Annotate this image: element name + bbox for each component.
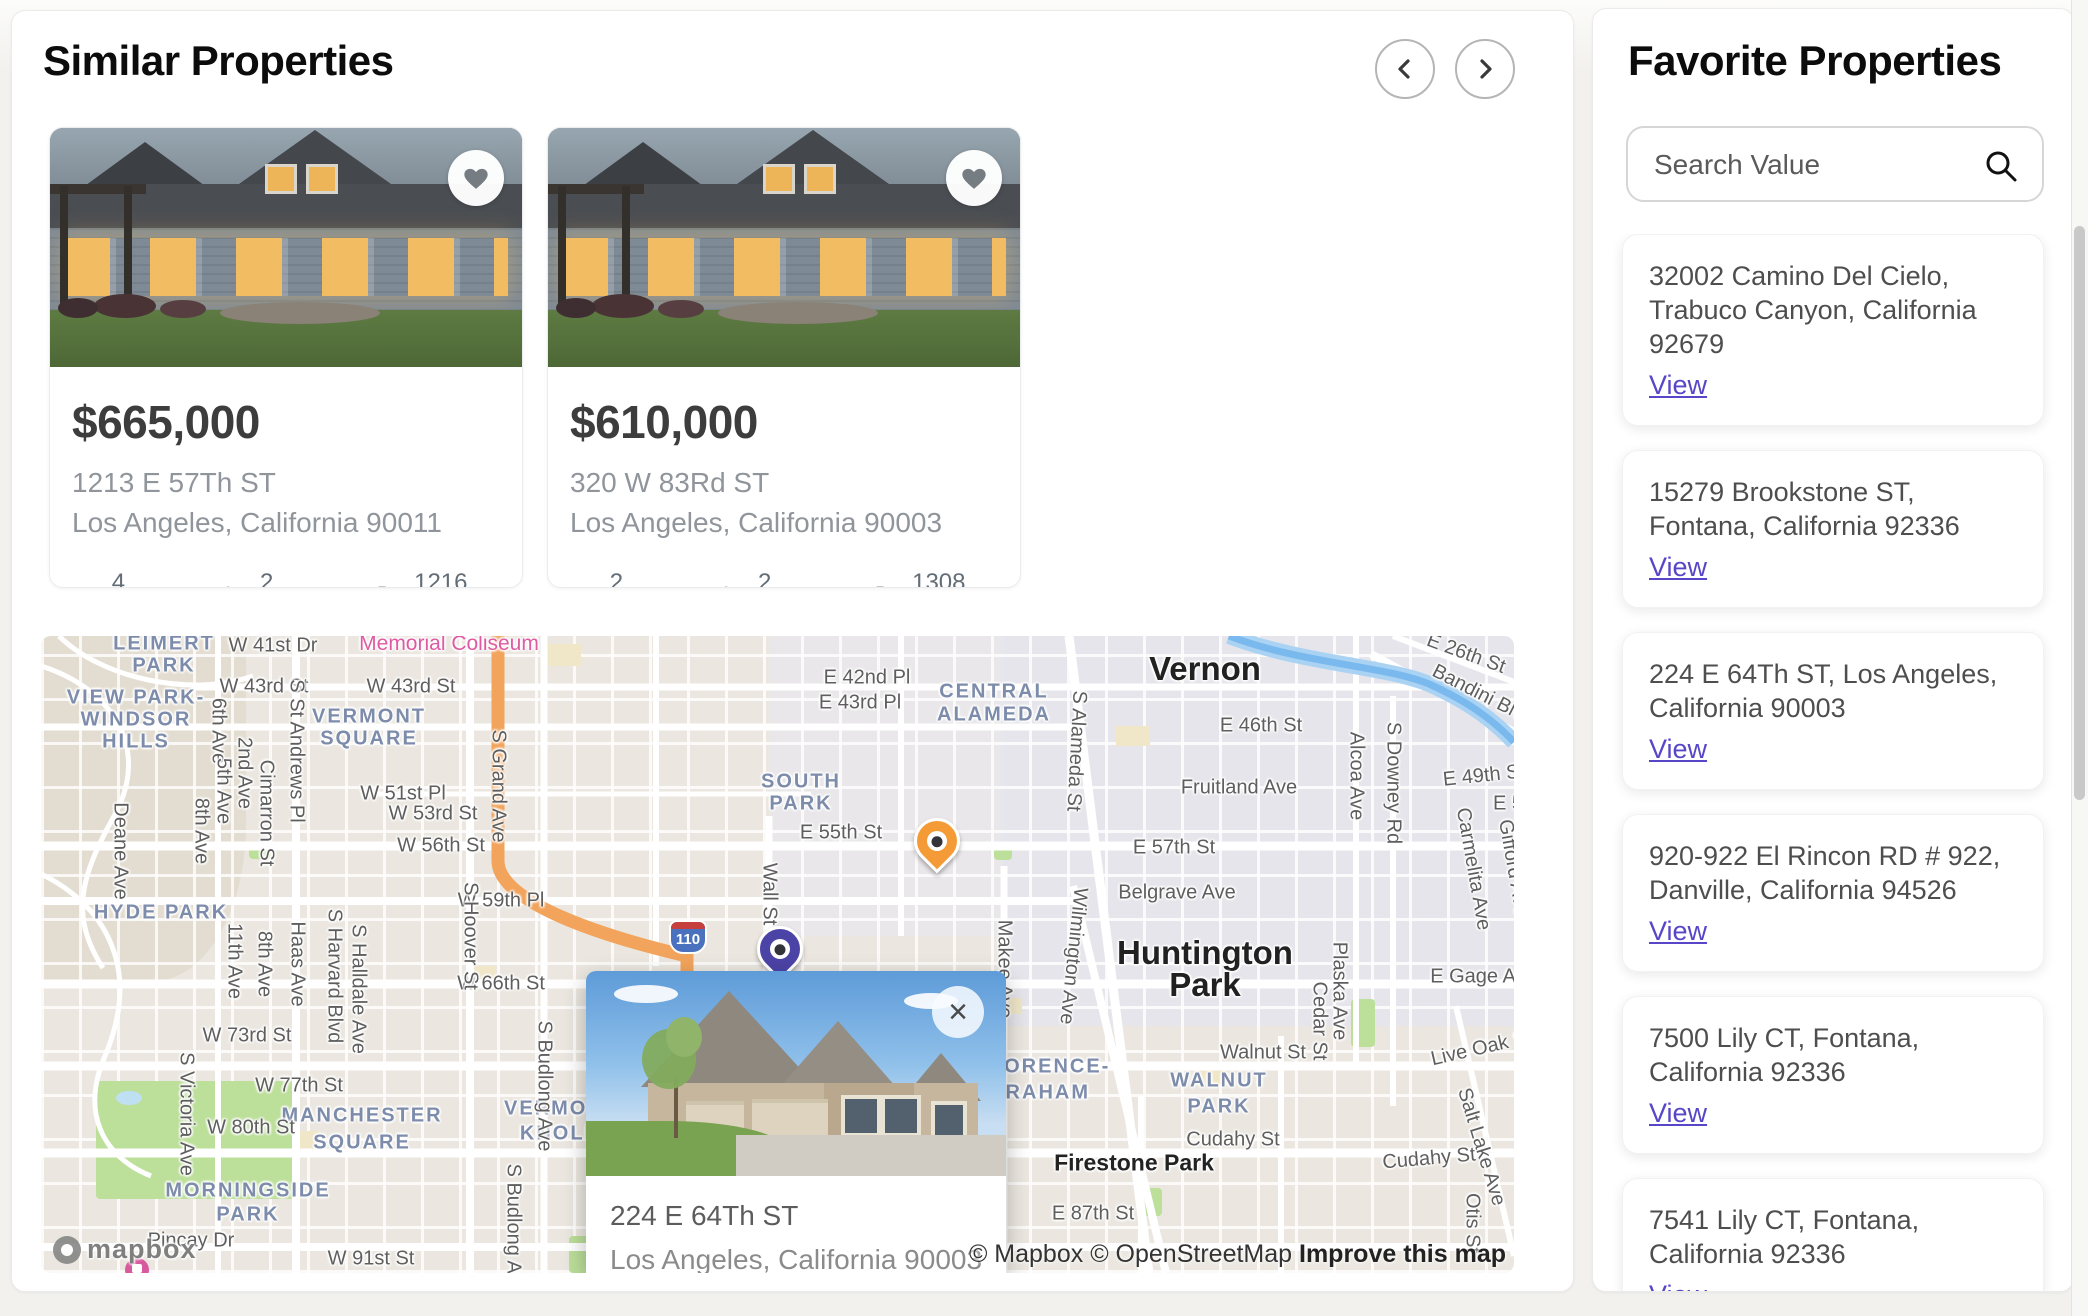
baths-label: 2 baths <box>758 569 826 588</box>
heart-icon <box>960 165 988 191</box>
scrollbar-thumb[interactable] <box>2074 226 2085 800</box>
baths-label: 2 baths <box>260 569 328 588</box>
bath-icon <box>718 582 746 588</box>
mapbox-logo[interactable]: mapbox <box>53 1234 197 1265</box>
view-link[interactable]: View <box>1649 1280 1707 1291</box>
bed-icon <box>72 582 100 588</box>
view-link[interactable]: View <box>1649 552 1707 583</box>
property-city: Los Angeles, California 90003 <box>570 507 998 539</box>
popup-photo: × <box>586 971 1006 1176</box>
similar-properties-title: Similar Properties <box>43 37 393 85</box>
favorite-heart-button[interactable] <box>946 150 1002 206</box>
property-address: 1213 E 57Th ST <box>72 467 500 499</box>
popup-address: 224 E 64Th ST <box>610 1200 1006 1232</box>
favorites-title: Favorite Properties <box>1628 37 2001 85</box>
favorite-address: 15279 Brookstone ST, Fontana, California… <box>1649 475 2017 543</box>
favorite-address: 32002 Camino Del Cielo, Trabuco Canyon, … <box>1649 259 2017 361</box>
bed-icon <box>570 582 598 588</box>
property-photo <box>548 128 1020 367</box>
mapbox-wordmark: mapbox <box>87 1234 197 1265</box>
map-attribution: © Mapbox © OpenStreetMap Improve this ma… <box>969 1240 1506 1269</box>
similar-properties-panel: Similar Properties <box>11 10 1574 1292</box>
mapbox-icon <box>53 1236 81 1264</box>
property-address: 320 W 83Rd ST <box>570 467 998 499</box>
view-link[interactable]: View <box>1649 734 1707 765</box>
chevron-left-icon <box>1392 56 1418 82</box>
property-card[interactable]: $610,000 320 W 83Rd ST Los Angeles, Cali… <box>547 127 1021 588</box>
sqft-ruler-icon <box>374 582 402 588</box>
property-city: Los Angeles, California 90011 <box>72 507 500 539</box>
close-icon: × <box>948 995 968 1029</box>
sqft-label: 1308 sqft <box>912 569 998 588</box>
property-price: $610,000 <box>570 395 998 449</box>
favorite-heart-button[interactable] <box>448 150 504 206</box>
favorites-list: 32002 Camino Del Cielo, Trabuco Canyon, … <box>1593 234 2073 1291</box>
carousel-next-button[interactable] <box>1455 39 1515 99</box>
bath-icon <box>220 582 248 588</box>
sqft-ruler-icon <box>872 582 900 588</box>
view-link[interactable]: View <box>1649 370 1707 401</box>
attribution-text: © Mapbox © OpenStreetMap <box>969 1240 1292 1268</box>
map[interactable]: LEIMERTPARKVIEW PARK-WINDSORHILLSVERMONT… <box>41 636 1514 1273</box>
property-photo <box>50 128 522 367</box>
carousel-prev-button[interactable] <box>1375 39 1435 99</box>
search-icon[interactable] <box>1982 147 2020 185</box>
favorites-panel: Favorite Properties 32002 Camino Del Cie… <box>1592 8 2074 1292</box>
favorite-address: 920-922 El Rincon RD # 922, Danville, Ca… <box>1649 839 2017 907</box>
favorite-address: 224 E 64Th ST, Los Angeles, California 9… <box>1649 657 2017 725</box>
search-input[interactable] <box>1652 128 1986 202</box>
favorite-address: 7500 Lily CT, Fontana, California 92336 <box>1649 1021 2017 1089</box>
improve-map-link[interactable]: Improve this map <box>1299 1240 1506 1268</box>
favorite-item: 32002 Camino Del Cielo, Trabuco Canyon, … <box>1622 234 2044 426</box>
popup-close-button[interactable]: × <box>932 986 984 1038</box>
view-link[interactable]: View <box>1649 916 1707 947</box>
search-box <box>1626 126 2044 202</box>
view-link[interactable]: View <box>1649 1098 1707 1129</box>
favorite-item: 7500 Lily CT, Fontana, California 92336 … <box>1622 996 2044 1154</box>
favorite-item: 224 E 64Th ST, Los Angeles, California 9… <box>1622 632 2044 790</box>
similar-property-marker-icon[interactable] <box>904 808 969 873</box>
favorite-address: 7541 Lily CT, Fontana, California 92336 <box>1649 1203 2017 1271</box>
favorite-item: 7541 Lily CT, Fontana, California 92336 … <box>1622 1178 2044 1291</box>
property-card[interactable]: $665,000 1213 E 57Th ST Los Angeles, Cal… <box>49 127 523 588</box>
beds-label: 4 beds <box>112 569 174 588</box>
page-scrollbar[interactable] <box>2071 0 2088 1316</box>
sqft-label: 1216 sqft <box>414 569 500 588</box>
popup-city: Los Angeles, California 90003 <box>610 1244 1006 1273</box>
property-price: $665,000 <box>72 395 500 449</box>
page: { "similar": { "title": "Similar Propert… <box>0 0 2088 1316</box>
favorite-item: 920-922 El Rincon RD # 922, Danville, Ca… <box>1622 814 2044 972</box>
map-popup: × 224 E 64Th ST Los Angeles, California … <box>586 971 1006 1273</box>
favorite-item: 15279 Brookstone ST, Fontana, California… <box>1622 450 2044 608</box>
heart-icon <box>462 165 490 191</box>
beds-label: 2 beds <box>610 569 672 588</box>
chevron-right-icon <box>1472 56 1498 82</box>
